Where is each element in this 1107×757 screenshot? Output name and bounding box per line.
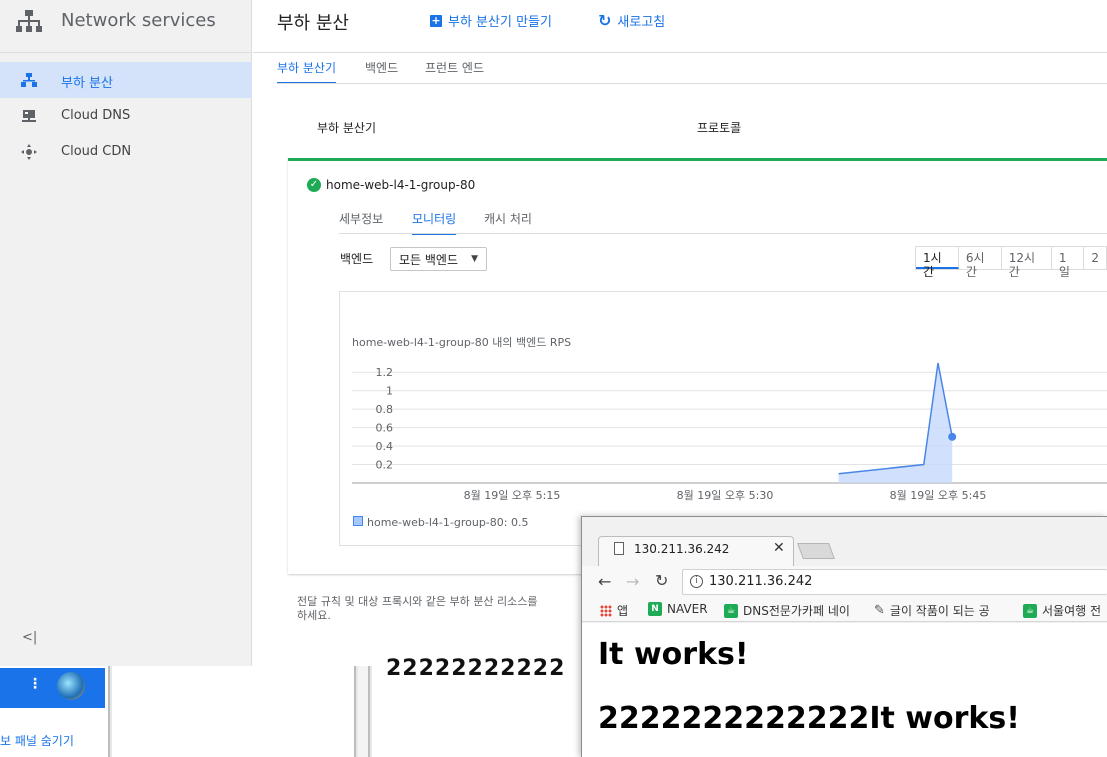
rps-chart: 1.2 1 0.8 0.6 0.4 0.2 8월 19일 오후 5:15 8월 19일 오후 …: [352, 362, 1107, 502]
y-tick-label: 1.2: [376, 366, 394, 379]
network-services-icon: [16, 10, 42, 32]
background-blue-bar: [0, 668, 105, 708]
info-icon[interactable]: i: [690, 575, 703, 588]
subtab-divider: [339, 233, 1107, 234]
reload-icon[interactable]: ↻: [655, 571, 668, 590]
range-12h-button[interactable]: 12시간: [1002, 247, 1052, 279]
chart-title: home-web-l4-1-group-80 내의 백엔드 RPS: [352, 336, 572, 349]
new-tab-button[interactable]: [797, 543, 835, 559]
tab-load-balancers[interactable]: 부하 분산기: [277, 59, 337, 84]
add-icon: +: [430, 13, 442, 27]
bookmark-label: 서울여행 전: [1042, 604, 1102, 618]
bookmark-seoul-travel[interactable]: ☕ 서울여행 전: [1023, 602, 1101, 619]
y-tick-label: 0.2: [376, 459, 394, 472]
page-heading-2: 2222222222222It works!: [598, 701, 1020, 736]
refresh-label: 새로고침: [617, 15, 666, 30]
background-panel-mid: [112, 666, 356, 757]
legend-label: home-web-l4-1-group-80: 0.5: [367, 516, 529, 529]
bookmark-label: NAVER: [667, 602, 708, 616]
close-icon[interactable]: ✕: [773, 540, 785, 556]
forward-arrow-icon[interactable]: →: [626, 572, 639, 591]
check-circle-icon: ✓: [307, 178, 321, 192]
avatar[interactable]: [57, 672, 85, 700]
browser-tab-title: 130.211.36.242: [634, 542, 730, 556]
subtab-caching[interactable]: 캐시 처리: [484, 210, 532, 233]
naver-icon: N: [648, 602, 662, 616]
sidebar-item-label: Cloud DNS: [61, 108, 131, 123]
tab-backends[interactable]: 백엔드: [365, 59, 398, 82]
x-tick-label: 8월 19일 오후 5:30: [677, 488, 774, 502]
y-tick-label: 0.8: [376, 403, 394, 416]
page-icon: [614, 542, 624, 555]
backend-select-value: 모든 백엔드: [399, 252, 459, 267]
bookmark-label: 앱: [617, 604, 629, 618]
apps-icon: [600, 604, 612, 617]
page-heading-1: It works!: [598, 637, 749, 672]
bookmark-writing[interactable]: ✎ 글이 작품이 되는 공: [874, 602, 990, 619]
load-balancer-name[interactable]: home-web-l4-1-group-80: [326, 178, 475, 192]
page-header: 부하 분산 + 부하 분산기 만들기 ↻ 새로고침: [253, 0, 1107, 53]
create-load-balancer-label: 부하 분산기 만들기: [448, 15, 552, 30]
refresh-button[interactable]: ↻ 새로고침: [598, 11, 665, 30]
data-point[interactable]: [948, 432, 957, 441]
sidebar-item-label: Cloud CDN: [61, 144, 132, 159]
side-nav: Network services 부하 분산 Cloud DNS Cloud C…: [0, 0, 252, 666]
collapse-nav-button[interactable]: <|: [22, 630, 37, 645]
sidebar-item-cloud-dns[interactable]: Cloud DNS: [0, 98, 252, 134]
sidebar-item-load-balancing[interactable]: 부하 분산: [0, 62, 252, 98]
column-header-protocol[interactable]: 프로토콜: [697, 119, 741, 136]
nav-header: Network services: [0, 0, 252, 53]
x-tick-label: 8월 19일 오후 5:45: [890, 488, 987, 502]
more-vert-icon[interactable]: ⋮: [28, 676, 42, 692]
pen-icon: ✎: [874, 603, 885, 618]
bookmark-apps[interactable]: 앱: [600, 602, 628, 619]
tab-divider: [277, 83, 1107, 84]
sidebar-item-label: 부하 분산: [61, 76, 113, 91]
backend-label: 백엔드: [340, 252, 374, 266]
cdn-icon: [21, 144, 37, 160]
range-6h-button[interactable]: 6시간: [959, 247, 1002, 279]
dropdown-arrow-icon: ▼: [471, 254, 478, 264]
nav-title: Network services: [61, 10, 216, 31]
cafe-icon: ☕: [1023, 603, 1037, 618]
address-bar-url[interactable]: 130.211.36.242: [709, 574, 812, 589]
bookmark-label: DNS전문가카페 네이: [743, 604, 850, 618]
back-arrow-icon[interactable]: ←: [598, 572, 611, 591]
load-balancer-icon: [21, 73, 37, 87]
legend-swatch: [353, 516, 363, 526]
refresh-icon: ↻: [598, 11, 612, 30]
y-tick-label: 0.4: [376, 440, 394, 453]
create-load-balancer-button[interactable]: + 부하 분산기 만들기: [430, 11, 552, 30]
background-digits-text: 22222222222: [386, 656, 566, 681]
bookmark-dns-cafe[interactable]: ☕ DNS전문가카페 네이: [724, 602, 850, 619]
dns-icon: [22, 110, 36, 122]
footer-note: 전달 규칙 및 대상 프록시와 같은 부하 분산 리소스를 하세요.: [297, 595, 587, 623]
footer-note-line1: 전달 규칙 및 대상 프록시와 같은 부하 분산 리소스를: [297, 595, 538, 608]
y-tick-label: 0.6: [376, 422, 394, 435]
time-range-selector: 1시간 6시간 12시간 1일 2: [915, 246, 1107, 279]
range-1d-button[interactable]: 1일: [1052, 247, 1085, 279]
sidebar-item-cloud-cdn[interactable]: Cloud CDN: [0, 134, 252, 170]
y-tick-label: 1: [386, 385, 393, 398]
bookmark-naver[interactable]: N NAVER: [648, 602, 708, 616]
x-tick-label: 8월 19일 오후 5:15: [464, 488, 561, 502]
column-header-load-balancer[interactable]: 부하 분산기: [317, 119, 376, 136]
backend-select[interactable]: 모든 백엔드 ▼: [390, 247, 487, 271]
subtab-monitoring[interactable]: 모니터링: [412, 210, 457, 235]
footer-note-line2: 하세요.: [297, 609, 331, 622]
page-title: 부하 분산: [277, 13, 349, 34]
tab-frontends[interactable]: 프런트 엔드: [425, 59, 484, 82]
bookmark-label: 글이 작품이 되는 공: [889, 604, 990, 618]
subtab-details[interactable]: 세부정보: [339, 210, 383, 233]
hide-panel-link[interactable]: 보 패널 숨기기: [0, 732, 74, 749]
cafe-icon: ☕: [724, 603, 738, 618]
background-splitter[interactable]: [358, 666, 370, 757]
range-2d-button[interactable]: 2: [1084, 247, 1106, 269]
range-1h-button[interactable]: 1시간: [916, 247, 959, 279]
